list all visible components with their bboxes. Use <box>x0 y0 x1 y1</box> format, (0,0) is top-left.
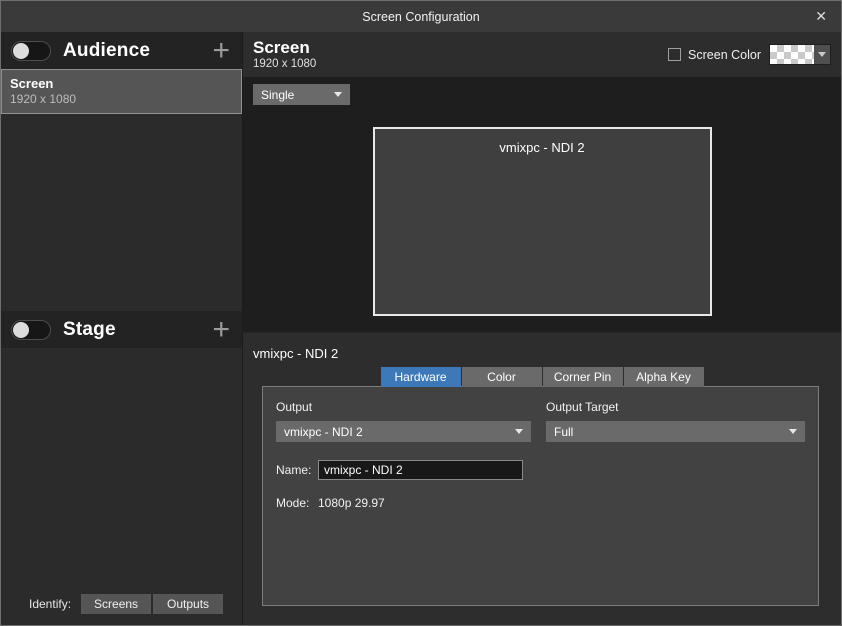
identify-row: Identify: Screens Outputs <box>1 589 242 625</box>
screen-color-dropdown[interactable] <box>769 44 831 65</box>
output-field: Output vmixpc - NDI 2 <box>276 400 531 442</box>
screen-color-controls: Screen Color <box>668 44 831 65</box>
name-field: Name: <box>276 460 805 480</box>
screen-heading: Screen 1920 x 1080 <box>253 38 316 71</box>
identify-screens-button[interactable]: Screens <box>81 594 151 614</box>
screen-item-resolution: 1920 x 1080 <box>10 92 233 107</box>
main-area: Screen 1920 x 1080 Screen Color Single <box>243 32 841 625</box>
audience-section-label: Audience <box>63 40 150 62</box>
screen-layout-value: Single <box>261 88 294 102</box>
stage-section-header: Stage + <box>1 311 242 348</box>
main-header: Screen 1920 x 1080 Screen Color <box>243 32 841 77</box>
screen-color-checkbox[interactable] <box>668 48 681 61</box>
mode-label: Mode: <box>276 496 318 510</box>
window-body: Audience + Screen 1920 x 1080 Stage + Id… <box>1 32 841 625</box>
tab-hardware[interactable]: Hardware <box>381 367 461 387</box>
add-stage-screen-icon[interactable]: + <box>212 317 230 343</box>
output-panel-title: vmixpc - NDI 2 <box>243 346 841 361</box>
output-label: Output <box>276 400 531 414</box>
toggle-knob <box>13 322 29 338</box>
name-label: Name: <box>276 463 318 477</box>
name-input[interactable] <box>318 460 523 480</box>
screen-layout-dropdown[interactable]: Single <box>253 84 350 105</box>
hardware-groupbox: Output vmixpc - NDI 2 Output Target Full <box>262 386 819 606</box>
output-target-field: Output Target Full <box>546 400 805 442</box>
output-tabs: Hardware Color Corner Pin Alpha Key <box>243 367 841 387</box>
output-settings-panel: vmixpc - NDI 2 Hardware Color Corner Pin… <box>243 332 841 625</box>
screen-configuration-window: Screen Configuration ✕ Audience + Screen… <box>0 0 842 626</box>
close-icon[interactable]: ✕ <box>815 1 827 32</box>
add-audience-screen-icon[interactable]: + <box>212 38 230 64</box>
audience-list-area <box>1 114 242 311</box>
output-target-label: Output Target <box>546 400 805 414</box>
tab-alpha-key[interactable]: Alpha Key <box>624 367 704 387</box>
audience-section-header: Audience + <box>1 32 242 69</box>
screen-preview-box[interactable]: vmixpc - NDI 2 <box>373 127 712 316</box>
chevron-down-icon <box>814 45 830 64</box>
titlebar: Screen Configuration ✕ <box>1 1 841 32</box>
output-target-value: Full <box>554 425 573 439</box>
screen-item-name: Screen <box>10 75 233 92</box>
identify-label: Identify: <box>29 597 71 611</box>
tab-color[interactable]: Color <box>462 367 542 387</box>
mode-value: 1080p 29.97 <box>318 496 385 510</box>
chevron-down-icon <box>334 92 342 97</box>
chevron-down-icon <box>515 429 523 434</box>
audience-toggle[interactable] <box>11 41 51 61</box>
preview-output-label: vmixpc - NDI 2 <box>375 129 710 155</box>
transparent-color-swatch <box>770 45 814 64</box>
screen-color-label: Screen Color <box>688 48 761 62</box>
sidebar-screen-item[interactable]: Screen 1920 x 1080 <box>1 69 242 114</box>
identify-outputs-button[interactable]: Outputs <box>153 594 223 614</box>
toggle-knob <box>13 43 29 59</box>
output-value: vmixpc - NDI 2 <box>284 425 363 439</box>
output-fields: Output vmixpc - NDI 2 Output Target Full <box>276 400 805 442</box>
screen-resolution: 1920 x 1080 <box>253 57 316 71</box>
output-dropdown[interactable]: vmixpc - NDI 2 <box>276 421 531 442</box>
chevron-down-icon <box>789 429 797 434</box>
output-target-dropdown[interactable]: Full <box>546 421 805 442</box>
sidebar: Audience + Screen 1920 x 1080 Stage + Id… <box>1 32 243 625</box>
stage-list-area <box>1 348 242 589</box>
mode-field: Mode: 1080p 29.97 <box>276 496 805 510</box>
screen-title: Screen <box>253 38 316 57</box>
window-title: Screen Configuration <box>362 10 479 24</box>
stage-section-label: Stage <box>63 319 116 341</box>
screen-preview-area: Single vmixpc - NDI 2 <box>243 77 841 332</box>
stage-toggle[interactable] <box>11 320 51 340</box>
tab-corner-pin[interactable]: Corner Pin <box>543 367 623 387</box>
